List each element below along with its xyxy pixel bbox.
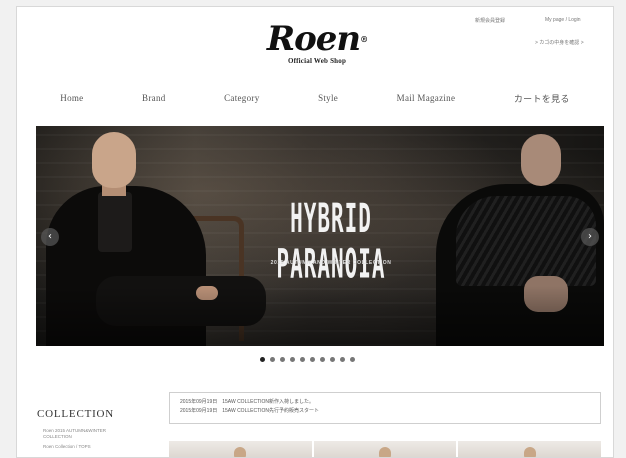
product-thumbnail[interactable] <box>313 441 457 457</box>
page-container: 新規会員登録 My page / Login > カゴの中身を確認 > Roen… <box>16 6 614 458</box>
hero-subtitle: 2015 AUTUMN AND WINTER COLLECTION <box>270 260 392 266</box>
chevron-right-icon[interactable]: › <box>581 228 599 246</box>
carousel-dot[interactable] <box>280 357 285 362</box>
nav-brand[interactable]: Brand <box>142 93 166 103</box>
hero-model-left-head <box>92 132 136 188</box>
collection-link[interactable]: Roen Collection / TOPS <box>43 444 106 450</box>
carousel-dot[interactable] <box>330 357 335 362</box>
hero-shadow <box>36 286 604 346</box>
util-link-login[interactable]: My page / Login <box>545 17 581 23</box>
collection-link-list: Roen 2015 AUTUMN&WINTER COLLECTION Roen … <box>43 428 106 450</box>
product-thumbnail[interactable] <box>458 441 602 457</box>
product-thumbnail-row <box>169 441 602 457</box>
global-nav: Home Brand Category Style Mail Magazine … <box>17 89 613 107</box>
carousel-dot[interactable] <box>260 357 265 362</box>
nav-home[interactable]: Home <box>60 93 83 103</box>
registered-mark-icon: ® <box>360 34 368 44</box>
carousel-dot[interactable] <box>290 357 295 362</box>
carousel-dot[interactable] <box>320 357 325 362</box>
hero-title: HYBRID PARANOIA <box>276 196 386 288</box>
hero-carousel[interactable]: HYBRID PARANOIA 2015 AUTUMN AND WINTER C… <box>36 126 604 346</box>
carousel-dots <box>260 357 355 362</box>
carousel-dot[interactable] <box>340 357 345 362</box>
carousel-dot[interactable] <box>300 357 305 362</box>
nav-style[interactable]: Style <box>318 93 338 103</box>
hero-model-left-shirt <box>98 192 132 252</box>
util-link-register[interactable]: 新規会員登録 <box>475 17 505 24</box>
hero-model-right-head <box>521 134 561 186</box>
news-item[interactable]: 2015年09月19日 15AW COLLECTION新作入荷しました。 <box>180 398 590 407</box>
product-thumbnail[interactable] <box>169 441 312 457</box>
nav-mail-magazine[interactable]: Mail Magazine <box>397 93 456 103</box>
chevron-left-icon[interactable]: ‹ <box>41 228 59 246</box>
util-link-cart[interactable]: > カゴの中身を確認 > <box>535 39 584 46</box>
carousel-dot[interactable] <box>350 357 355 362</box>
logo-wordmark: Roen <box>266 19 361 59</box>
carousel-dot[interactable] <box>270 357 275 362</box>
news-box: 2015年09月19日 15AW COLLECTION新作入荷しました。 201… <box>169 392 601 424</box>
collection-heading: COLLECTION <box>37 408 115 420</box>
hero-model-right-jacket <box>456 196 596 286</box>
site-logo[interactable]: Roen® Official Web Shop <box>252 21 382 65</box>
nav-category[interactable]: Category <box>224 93 259 103</box>
news-item[interactable]: 2015年09月19日 15AW COLLECTION先行予約販売スタート <box>180 407 590 416</box>
carousel-dot[interactable] <box>310 357 315 362</box>
nav-cart[interactable]: カートを見る <box>514 92 570 105</box>
collection-link[interactable]: COLLECTION <box>43 434 106 440</box>
